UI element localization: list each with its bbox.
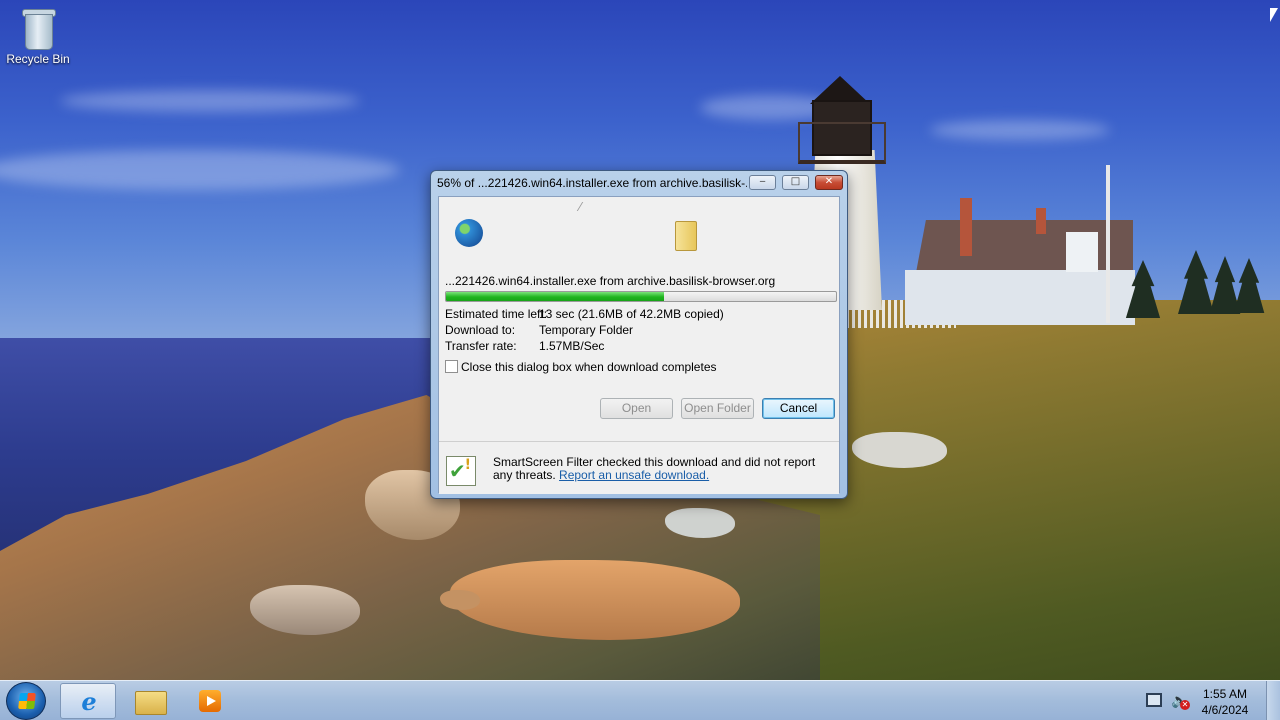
- lighthouse-gallery: [798, 122, 886, 164]
- close-when-done-option[interactable]: Close this dialog box when download comp…: [445, 360, 717, 374]
- desktop-icon-recycle-bin[interactable]: Recycle Bin: [4, 6, 72, 66]
- close-button[interactable]: ✕: [815, 175, 843, 190]
- network-icon[interactable]: [1146, 693, 1162, 707]
- progress-fill: [446, 292, 665, 301]
- start-button[interactable]: [6, 682, 46, 720]
- report-unsafe-link[interactable]: Report an unsafe download.: [559, 468, 709, 482]
- clock-date: 4/6/2024: [1201, 703, 1249, 717]
- transfer-rate-row: Transfer rate: 1.57MB/Sec: [445, 339, 604, 353]
- estimated-time-row: Estimated time left:13 sec (21.6MB of 42…: [445, 307, 724, 321]
- windows-logo-icon: [18, 693, 36, 709]
- media-player-icon: [199, 690, 221, 712]
- show-desktop-button[interactable]: [1266, 681, 1280, 720]
- recycle-bin-icon: [21, 6, 56, 50]
- download-to-label: Download to:: [445, 323, 516, 337]
- flying-paper-icon: ⁄: [579, 200, 582, 214]
- ie-icon: e: [81, 687, 97, 716]
- download-dialog: 56% of ...221426.win64.installer.exe fro…: [430, 170, 848, 499]
- desktop-icon-label: Recycle Bin: [6, 52, 70, 66]
- transfer-rate-value: 1.57MB/Sec: [539, 339, 605, 353]
- close-when-done-checkbox[interactable]: [445, 360, 458, 373]
- system-clock[interactable]: 1:55 AM 4/6/2024: [1196, 686, 1254, 718]
- download-to-value: Temporary Folder: [539, 323, 634, 337]
- chimney: [1036, 208, 1046, 234]
- cloud: [930, 120, 1110, 140]
- open-button[interactable]: Open: [600, 398, 673, 419]
- download-file-name: ...221426.win64.installer.exe from archi…: [445, 274, 776, 288]
- smartscreen-message: SmartScreen Filter checked this download…: [493, 456, 823, 482]
- smartscreen-panel: SmartScreen Filter checked this download…: [439, 441, 839, 494]
- rock: [440, 590, 480, 610]
- folder-icon: [675, 221, 697, 251]
- minimize-button[interactable]: ‒: [749, 175, 776, 190]
- taskbar-app-explorer[interactable]: [122, 683, 178, 719]
- chimney: [960, 198, 972, 256]
- taskbar-app-internet-explorer[interactable]: e: [60, 683, 116, 719]
- flagpole: [1106, 165, 1110, 323]
- house: [905, 270, 1135, 325]
- dialog-titlebar[interactable]: 56% of ...221426.win64.installer.exe fro…: [431, 171, 847, 195]
- cloud: [60, 90, 360, 112]
- maximize-button[interactable]: □: [782, 175, 809, 190]
- mouse-cursor-icon: [1270, 8, 1278, 22]
- download-progress-bar: [445, 291, 837, 302]
- taskbar-app-media-player[interactable]: [182, 683, 238, 719]
- close-when-done-label[interactable]: Close this dialog box when download comp…: [461, 360, 717, 374]
- smartscreen-shield-icon: [446, 456, 476, 486]
- dialog-title: 56% of ...221426.win64.installer.exe fro…: [437, 176, 747, 190]
- transfer-rate-label: Transfer rate:: [445, 339, 517, 353]
- cancel-button[interactable]: Cancel: [762, 398, 835, 419]
- mute-indicator-icon: ✕: [1180, 700, 1190, 710]
- estimated-time-value: 13 sec (21.6MB of 42.2MB copied): [539, 307, 724, 321]
- house-dormer: [1066, 232, 1098, 272]
- clock-time: 1:55 AM: [1202, 687, 1248, 701]
- dialog-body: ⁄ ...221426.win64.installer.exe from arc…: [438, 196, 840, 494]
- download-to-row: Download to: Temporary Folder: [445, 323, 633, 337]
- open-folder-button[interactable]: Open Folder: [681, 398, 754, 419]
- estimated-time-label: Estimated time left:: [445, 307, 548, 321]
- taskbar: e 🔈 ✕ 1:55 AM 4/6/2024: [0, 680, 1280, 720]
- folder-icon: [135, 691, 167, 715]
- globe-icon: [455, 219, 483, 247]
